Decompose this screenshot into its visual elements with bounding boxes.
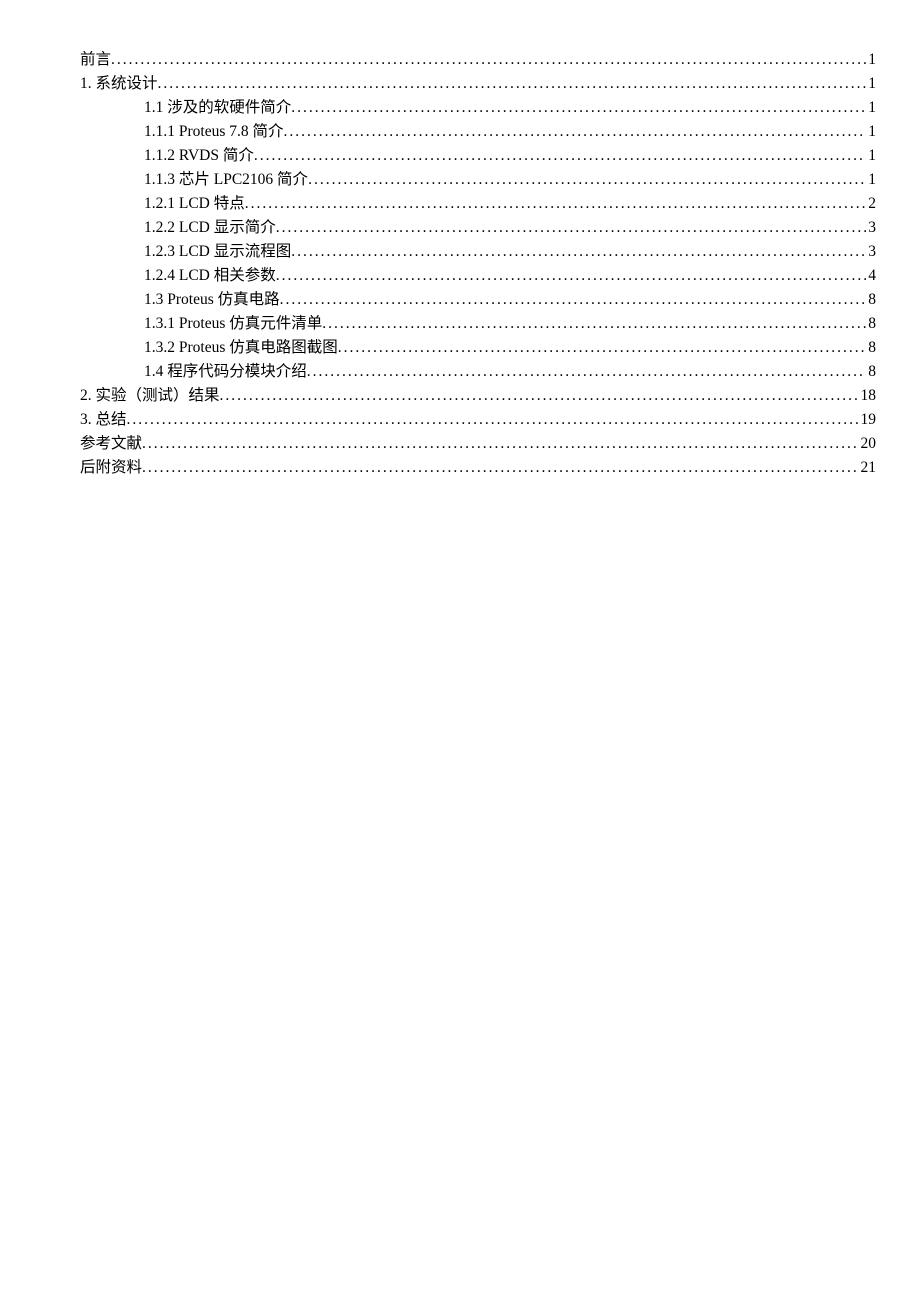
toc-entry[interactable]: 1.2.4 LCD 相关参数 4 xyxy=(80,264,876,288)
toc-entry-page: 3 xyxy=(866,216,876,240)
toc-leader-dots xyxy=(280,288,867,312)
table-of-contents: 前言11. 系统设计11.1 涉及的软硬件简介 11.1.1 Proteus 7… xyxy=(80,48,876,480)
toc-entry-label: 1.1.3 芯片 LPC2106 简介 xyxy=(144,168,308,192)
toc-entry-page: 8 xyxy=(866,312,876,336)
toc-entry[interactable]: 1.3 Proteus 仿真电路 8 xyxy=(80,288,876,312)
toc-entry-label: 1.1.1 Proteus 7.8 简介 xyxy=(144,120,284,144)
toc-entry[interactable]: 3. 总结 19 xyxy=(80,408,876,432)
toc-entry-label: 参考文献 xyxy=(80,432,142,456)
toc-entry-page: 8 xyxy=(866,336,876,360)
toc-entry-label: 后附资料 xyxy=(80,456,142,480)
toc-entry[interactable]: 1.2.1 LCD 特点 2 xyxy=(80,192,876,216)
toc-entry[interactable]: 后附资料 21 xyxy=(80,456,876,480)
toc-entry[interactable]: 2. 实验（测试）结果 18 xyxy=(80,384,876,408)
toc-leader-dots xyxy=(284,120,867,144)
toc-entry[interactable]: 1.3.2 Proteus 仿真电路图截图 8 xyxy=(80,336,876,360)
toc-leader-dots xyxy=(338,336,866,360)
toc-entry-page: 4 xyxy=(866,264,876,288)
toc-entry-label: 1.1 涉及的软硬件简介 xyxy=(144,96,291,120)
toc-leader-dots xyxy=(276,216,866,240)
toc-entry[interactable]: 1.1 涉及的软硬件简介 1 xyxy=(80,96,876,120)
toc-entry-label: 1.3 Proteus 仿真电路 xyxy=(144,288,280,312)
toc-entry[interactable]: 1.1.1 Proteus 7.8 简介 1 xyxy=(80,120,876,144)
toc-entry-label: 1.2.1 LCD 特点 xyxy=(144,192,245,216)
toc-leader-dots xyxy=(254,144,866,168)
toc-leader-dots xyxy=(322,312,866,336)
toc-leader-dots xyxy=(142,432,858,456)
toc-leader-dots xyxy=(127,408,859,432)
toc-entry-page: 19 xyxy=(859,408,877,432)
toc-entry[interactable]: 1.3.1 Proteus 仿真元件清单 8 xyxy=(80,312,876,336)
toc-entry-label: 1.3.1 Proteus 仿真元件清单 xyxy=(144,312,322,336)
toc-entry-page: 2 xyxy=(866,192,876,216)
toc-leader-dots xyxy=(276,264,866,288)
toc-entry-page: 1 xyxy=(866,120,876,144)
toc-entry[interactable]: 1.2.3 LCD 显示流程图 3 xyxy=(80,240,876,264)
toc-leader-dots xyxy=(307,360,866,384)
toc-entry-label: 1.3.2 Proteus 仿真电路图截图 xyxy=(144,336,338,360)
toc-leader-dots xyxy=(111,48,866,72)
toc-leader-dots xyxy=(291,96,866,120)
toc-entry-label: 前言 xyxy=(80,48,111,72)
toc-entry-label: 1. 系统设计 xyxy=(80,72,158,96)
toc-entry-page: 3 xyxy=(866,240,876,264)
toc-entry-label: 1.2.2 LCD 显示简介 xyxy=(144,216,276,240)
toc-entry[interactable]: 1.1.2 RVDS 简介 1 xyxy=(80,144,876,168)
toc-entry-page: 20 xyxy=(859,432,877,456)
toc-entry-page: 18 xyxy=(859,384,877,408)
toc-entry-page: 21 xyxy=(859,456,877,480)
toc-leader-dots xyxy=(245,192,866,216)
document-page: 前言11. 系统设计11.1 涉及的软硬件简介 11.1.1 Proteus 7… xyxy=(0,0,920,1302)
toc-entry[interactable]: 1.1.3 芯片 LPC2106 简介 1 xyxy=(80,168,876,192)
toc-leader-dots xyxy=(308,168,866,192)
toc-entry-label: 1.4 程序代码分模块介绍 xyxy=(144,360,307,384)
toc-entry[interactable]: 1. 系统设计 1 xyxy=(80,72,876,96)
toc-entry[interactable]: 1.4 程序代码分模块介绍 8 xyxy=(80,360,876,384)
toc-entry-page: 1 xyxy=(866,144,876,168)
toc-entry-label: 3. 总结 xyxy=(80,408,127,432)
toc-leader-dots xyxy=(158,72,867,96)
toc-leader-dots xyxy=(220,384,859,408)
toc-entry-page: 8 xyxy=(866,288,876,312)
toc-entry-page: 8 xyxy=(866,360,876,384)
toc-entry-label: 1.2.4 LCD 相关参数 xyxy=(144,264,276,288)
toc-entry-page: 1 xyxy=(866,72,876,96)
toc-leader-dots xyxy=(291,240,866,264)
toc-entry-label: 1.1.2 RVDS 简介 xyxy=(144,144,254,168)
toc-entry[interactable]: 参考文献 20 xyxy=(80,432,876,456)
toc-entry-label: 1.2.3 LCD 显示流程图 xyxy=(144,240,291,264)
toc-entry-page: 1 xyxy=(866,48,876,72)
toc-entry-page: 1 xyxy=(866,168,876,192)
toc-entry[interactable]: 1.2.2 LCD 显示简介 3 xyxy=(80,216,876,240)
toc-leader-dots xyxy=(142,456,858,480)
toc-entry-page: 1 xyxy=(866,96,876,120)
toc-entry-label: 2. 实验（测试）结果 xyxy=(80,384,220,408)
toc-entry[interactable]: 前言 1 xyxy=(80,48,876,72)
